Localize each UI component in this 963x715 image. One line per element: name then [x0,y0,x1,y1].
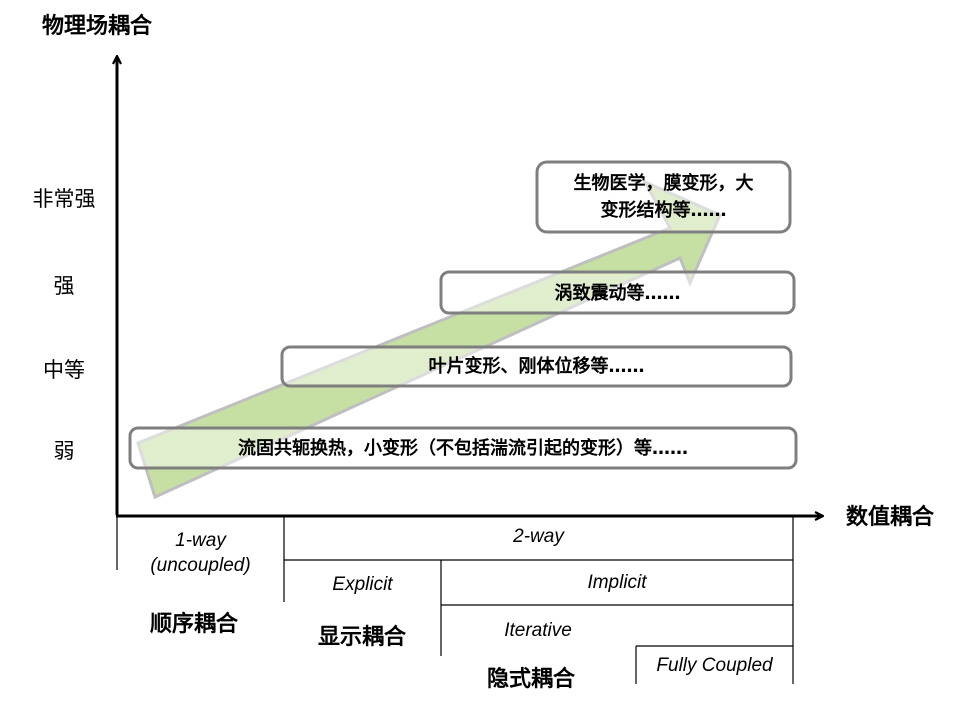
fully-coupled-label: Fully Coupled [656,655,773,676]
two-way-label: 2-way [513,526,564,547]
box-very-strong-text: 生物医学，膜变形，大 变形结构等…… [537,170,790,224]
explicit-coupling-label: 显示耦合 [318,625,407,650]
box-very-strong-line2: 变形结构等…… [600,200,727,221]
sequential-coupling-label: 顺序耦合 [150,612,239,637]
y-level-strong: 强 [53,274,75,298]
box-strong-text: 涡致震动等…… [554,283,681,304]
y-level-medium: 中等 [43,358,85,382]
box-medium-text: 叶片变形、刚体位移等…… [428,356,645,377]
one-way-line1: 1-way [175,530,226,551]
one-way-label: 1-way (uncoupled) [117,528,284,578]
iterative-label: Iterative [504,620,572,641]
y-level-weak: 弱 [53,439,75,463]
implicit-coupling-label: 隐式耦合 [487,667,576,692]
y-level-very-strong: 非常强 [32,187,96,211]
explicit-label: Explicit [332,574,393,595]
box-very-strong-line1: 生物医学，膜变形，大 [573,173,754,194]
one-way-line2: (uncoupled) [150,555,251,576]
box-weak-text: 流固共轭换热，小变形（不包括湍流引起的变形）等…… [238,438,688,459]
y-axis-title: 物理场耦合 [42,14,153,39]
x-axis-title: 数值耦合 [846,505,935,530]
implicit-label: Implicit [587,572,647,593]
